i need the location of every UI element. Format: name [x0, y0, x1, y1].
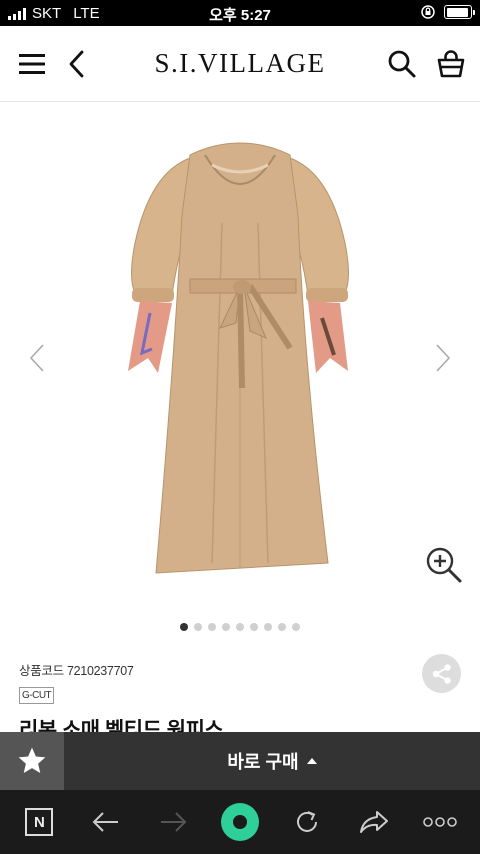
- browser-more-button[interactable]: [415, 797, 465, 847]
- status-bar: SKT LTE 오후 5:27: [0, 0, 480, 26]
- browser-refresh-button[interactable]: [282, 797, 332, 847]
- wishlist-button[interactable]: [0, 732, 64, 790]
- pagination-dot[interactable]: [222, 623, 230, 631]
- zoom-button[interactable]: [424, 545, 464, 585]
- share-icon: [432, 663, 451, 684]
- status-time: 오후 5:27: [209, 7, 271, 24]
- forward-share-icon: [359, 811, 388, 833]
- pagination-dot[interactable]: [208, 623, 216, 631]
- rotation-lock-icon: [421, 5, 435, 19]
- caret-up-icon: [306, 758, 317, 764]
- arrow-left-icon: [92, 812, 119, 832]
- product-code-value: 7210237707: [67, 664, 134, 678]
- pagination-dot[interactable]: [236, 623, 244, 631]
- pagination-dot[interactable]: [180, 623, 188, 631]
- pagination-dot[interactable]: [278, 623, 286, 631]
- status-right: [420, 4, 475, 20]
- prev-image-button[interactable]: [22, 343, 52, 373]
- search-icon: [388, 50, 416, 78]
- next-image-button[interactable]: [428, 343, 458, 373]
- pagination-dot[interactable]: [250, 623, 258, 631]
- naver-n-icon: N: [25, 808, 54, 836]
- product-code-label: 상품코드: [19, 664, 64, 678]
- battery-icon: [444, 5, 475, 19]
- cart-button[interactable]: [431, 44, 471, 84]
- pagination-dot[interactable]: [194, 623, 202, 631]
- buy-now-button[interactable]: 바로 구매: [64, 732, 480, 790]
- home-circle-icon: [220, 803, 259, 841]
- zoom-in-icon: [426, 547, 462, 583]
- browser-toolbar: N: [0, 790, 480, 854]
- buy-now-label: 바로 구매: [227, 752, 299, 772]
- search-button[interactable]: [382, 44, 422, 84]
- star-icon: [18, 747, 46, 773]
- product-gallery[interactable]: [0, 103, 480, 643]
- pagination-dot[interactable]: [264, 623, 272, 631]
- chevron-right-icon: [436, 344, 451, 372]
- product-code: 상품코드 7210237707: [19, 660, 134, 679]
- browser-back-button[interactable]: [81, 797, 131, 847]
- brand-tag[interactable]: G-CUT: [19, 687, 55, 704]
- pagination-dot[interactable]: [292, 623, 300, 631]
- more-icon: [423, 817, 458, 827]
- chevron-left-icon: [29, 344, 44, 372]
- refresh-icon: [296, 811, 317, 832]
- browser-forward-button[interactable]: [148, 797, 198, 847]
- browser-share-button[interactable]: [349, 797, 399, 847]
- arrow-right-icon: [161, 812, 187, 832]
- share-button[interactable]: [422, 654, 461, 693]
- cart-icon: [437, 50, 465, 78]
- product-image[interactable]: [0, 103, 480, 603]
- app-header: S.I.VILLAGE: [0, 26, 480, 102]
- product-info: 상품코드 7210237707 G-CUT: [19, 660, 134, 704]
- purchase-bar: 바로 구매: [0, 732, 480, 790]
- browser-home-button[interactable]: [215, 797, 265, 847]
- naver-button[interactable]: N: [14, 797, 64, 847]
- image-pagination: [0, 623, 480, 631]
